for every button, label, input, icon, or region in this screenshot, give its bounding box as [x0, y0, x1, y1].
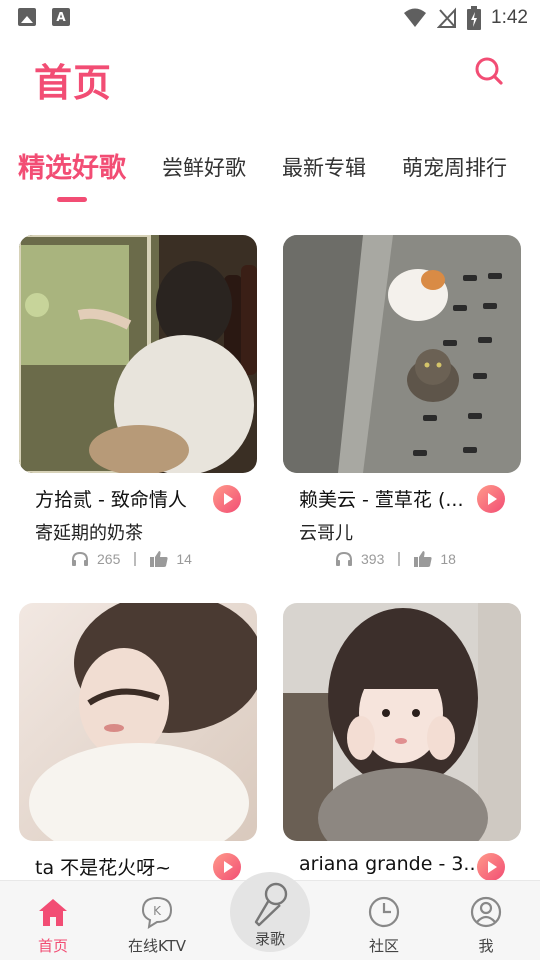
tab-featured[interactable]: 精选好歌 — [18, 146, 126, 185]
song-artist: 云哥儿 — [299, 523, 353, 544]
like-count: 18 — [440, 551, 456, 567]
battery-charging-icon — [467, 6, 482, 30]
tab-pet-weekly-ranking[interactable]: 萌宠周排行 — [402, 152, 507, 182]
headphones-icon — [72, 551, 88, 566]
microphone-icon — [254, 882, 288, 927]
tab-latest-albums[interactable]: 最新专辑 — [282, 152, 366, 182]
listen-count: 265 — [97, 551, 121, 567]
headphones-icon — [336, 551, 352, 566]
song-cover-image[interactable] — [283, 235, 521, 473]
play-button[interactable] — [477, 485, 505, 513]
song-cover-image[interactable] — [19, 603, 257, 841]
play-button[interactable] — [477, 853, 505, 881]
user-icon — [470, 896, 502, 928]
a-notification-icon: A — [52, 8, 70, 26]
nav-community[interactable]: 社区 — [339, 881, 429, 960]
song-cover-image[interactable] — [19, 235, 257, 473]
active-tab-indicator — [57, 197, 87, 202]
wifi-icon — [404, 8, 427, 27]
song-card[interactable]: ariana grande - 3... — [283, 603, 521, 881]
page-title: 首页 — [34, 61, 113, 105]
song-card[interactable]: ta 不是花火呀~ — [19, 603, 257, 881]
song-card[interactable]: 赖美云 - 萱草花 (... 云哥儿 393 18 — [283, 235, 521, 567]
song-title: 赖美云 - 萱草花 (... — [299, 489, 464, 511]
song-cover-image[interactable] — [283, 603, 521, 841]
song-title: ta 不是花火呀~ — [35, 857, 172, 879]
clock-icon — [368, 896, 400, 928]
song-title: 方拾贰 - 致命情人 — [35, 489, 187, 511]
song-card[interactable]: 方拾贰 - 致命情人 寄延期的奶茶 265 14 — [19, 235, 257, 567]
listen-count: 393 — [361, 551, 385, 567]
song-artist: 寄延期的奶茶 — [35, 523, 143, 544]
song-stats: 393 18 — [335, 551, 456, 567]
like-count: 14 — [176, 551, 192, 567]
category-tabs: 精选好歌 尝鲜好歌 最新专辑 萌宠周排行 — [0, 140, 540, 210]
home-icon — [39, 899, 67, 926]
thumbs-up-icon — [150, 551, 168, 567]
no-signal-icon — [437, 7, 457, 28]
ktv-icon: K — [141, 896, 173, 929]
nav-me[interactable]: 我 — [441, 881, 531, 960]
stats-divider — [134, 552, 137, 566]
nav-record-label: 录歌 — [254, 930, 285, 948]
song-title: ariana grande - 3... — [299, 853, 477, 875]
nav-me-label: 我 — [478, 937, 494, 955]
search-icon[interactable] — [472, 54, 506, 88]
nav-online-ktv[interactable]: K 在线KTV — [112, 881, 202, 960]
nav-ktv-label: 在线KTV — [127, 937, 187, 955]
nav-home-label: 首页 — [37, 937, 68, 955]
status-bar: A 1:42 — [0, 0, 540, 36]
stats-divider — [398, 552, 401, 566]
clock: 1:42 — [491, 7, 528, 28]
tab-new-taste[interactable]: 尝鲜好歌 — [162, 152, 246, 182]
record-song-button[interactable]: 录歌 — [230, 872, 310, 952]
header: 首页 — [0, 36, 540, 116]
image-notification-icon — [18, 8, 36, 26]
thumbs-up-icon — [414, 551, 432, 567]
svg-text:K: K — [153, 904, 162, 918]
nav-home[interactable]: 首页 — [8, 881, 98, 960]
play-button[interactable] — [213, 485, 241, 513]
nav-community-label: 社区 — [368, 937, 399, 955]
song-stats: 265 14 — [71, 551, 192, 567]
